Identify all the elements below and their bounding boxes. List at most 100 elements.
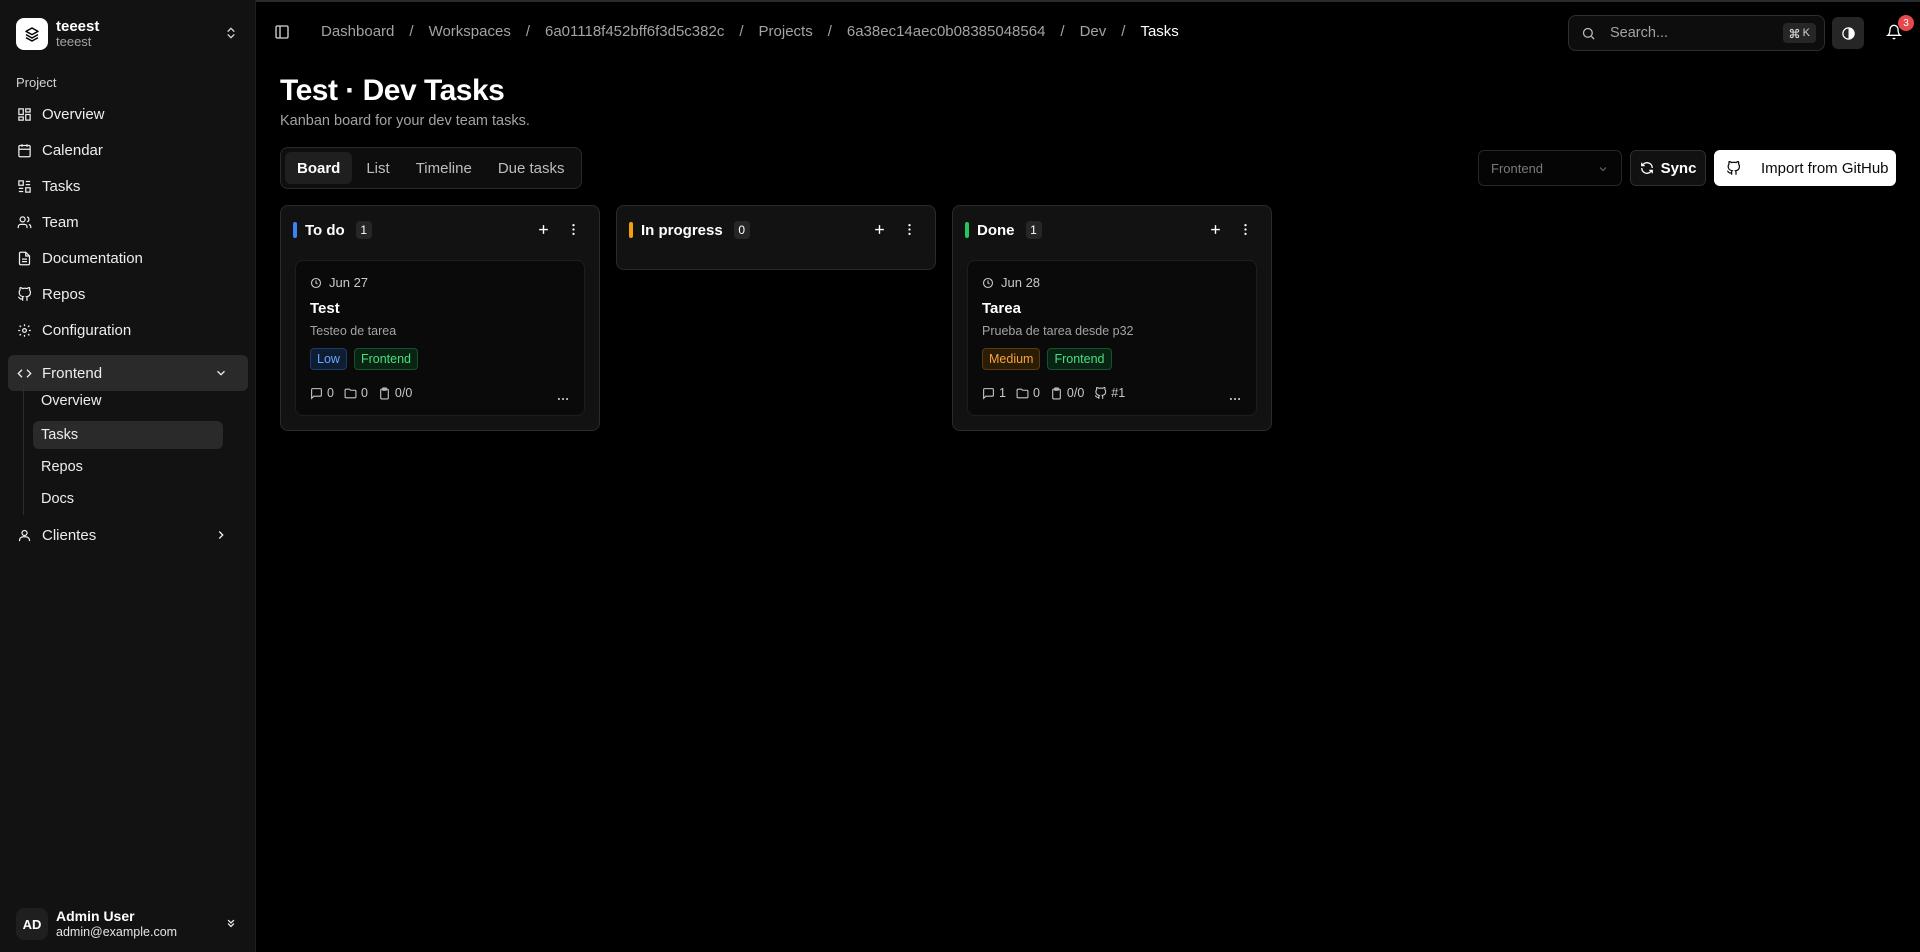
kanban-icon xyxy=(18,179,31,193)
workspace-switcher[interactable]: teeest teeest xyxy=(8,10,248,58)
comment-icon xyxy=(311,387,322,400)
checklist-count: 0/0 xyxy=(394,386,413,400)
subnav-item-overview[interactable]: Overview xyxy=(33,387,223,415)
subnav-item-repos[interactable]: Repos xyxy=(33,453,223,481)
column-title: Done xyxy=(977,221,1015,239)
task-title: Test xyxy=(310,300,340,317)
subnav-item-docs[interactable]: Docs xyxy=(33,485,223,513)
column-color-bar xyxy=(293,222,297,238)
github-icon xyxy=(1726,160,1741,175)
column-count: 1 xyxy=(1025,221,1042,239)
sidebar: teeest teeest Project Overview Calendar … xyxy=(0,0,256,952)
sync-button[interactable]: Sync xyxy=(1630,150,1706,186)
workspace-name: teeest xyxy=(56,17,100,35)
sidebar-item-calendar[interactable]: Calendar xyxy=(8,132,248,168)
sidebar-item-clientes[interactable]: Clientes xyxy=(8,517,248,553)
top-bar: Dashboard / Workspaces/ 6a01118f452bff6f3… xyxy=(256,0,1920,62)
plus-icon[interactable] xyxy=(536,222,551,241)
breadcrumb-project-id[interactable]: 6a38ec14aec0b08385048564 xyxy=(847,23,1046,40)
breadcrumb: Dashboard / Workspaces/ 6a01118f452bff6f3… xyxy=(321,23,1179,40)
subnav-item-tasks[interactable]: Tasks xyxy=(33,421,223,449)
task-description: Prueba de tarea desde p32 xyxy=(982,324,1134,338)
more-vertical-icon[interactable] xyxy=(1238,222,1253,241)
sync-label: Sync xyxy=(1660,159,1697,177)
column-color-bar xyxy=(965,222,969,238)
import-from-github-button[interactable]: Import from GitHub xyxy=(1714,150,1896,186)
user-menu[interactable]: AD Admin User admin@example.com xyxy=(8,902,248,946)
breadcrumb-projects[interactable]: Projects xyxy=(759,23,813,40)
workspace-subtitle: teeest xyxy=(56,34,92,50)
folder-icon xyxy=(1016,388,1029,398)
sidebar-item-label: Configuration xyxy=(42,321,132,339)
priority-badge: Low xyxy=(310,348,347,370)
module-select[interactable]: Frontend xyxy=(1478,150,1622,186)
task-description: Testeo de tarea xyxy=(310,324,397,338)
sidebar-item-documentation[interactable]: Documentation xyxy=(8,240,248,276)
sidebar-item-configuration[interactable]: Configuration xyxy=(8,312,248,348)
user-email: admin@example.com xyxy=(56,924,178,939)
plus-icon[interactable] xyxy=(1208,222,1223,241)
pull-request-ref[interactable]: #1 xyxy=(1111,386,1125,400)
folder-icon xyxy=(344,388,357,398)
task-card[interactable]: Jun 27 Test Testeo de tarea Low Frontend… xyxy=(295,260,585,416)
breadcrumb-workspaces[interactable]: Workspaces xyxy=(429,23,511,40)
frontend-subnav: Overview Tasks Repos Docs xyxy=(23,383,225,515)
comment-count: 0 xyxy=(327,386,334,400)
more-horizontal-icon[interactable] xyxy=(556,392,570,410)
tab-due-tasks[interactable]: Due tasks xyxy=(486,152,577,184)
page-title: Test · Dev Tasks xyxy=(280,74,505,107)
column-color-bar xyxy=(629,222,633,238)
code-icon xyxy=(17,368,32,378)
clipboard-icon xyxy=(380,387,389,399)
theme-toggle-button[interactable] xyxy=(1832,17,1864,49)
avatar: AD xyxy=(16,908,48,940)
user-name: Admin User xyxy=(56,908,135,925)
module-badge: Frontend xyxy=(1047,348,1112,370)
sidebar-item-label: Calendar xyxy=(42,141,103,159)
column-count: 0 xyxy=(733,221,750,239)
tab-list[interactable]: List xyxy=(354,152,401,184)
tab-board[interactable]: Board xyxy=(285,152,353,184)
module-select-value: Frontend xyxy=(1491,160,1544,176)
search-input[interactable]: Search... K xyxy=(1568,15,1825,51)
module-badge: Frontend xyxy=(353,348,418,370)
breadcrumb-tasks: Tasks xyxy=(1140,23,1179,40)
sidebar-item-label: Documentation xyxy=(42,249,143,267)
user-icon xyxy=(18,529,31,541)
task-due-date: Jun 28 xyxy=(1001,275,1041,290)
sidebar-item-tasks[interactable]: Tasks xyxy=(8,168,248,204)
file-icon xyxy=(18,251,31,265)
sidebar-item-label: Frontend xyxy=(42,364,103,382)
github-icon xyxy=(1095,386,1107,399)
breadcrumb-dashboard[interactable]: Dashboard xyxy=(321,23,394,40)
comment-icon xyxy=(983,387,994,400)
workspace-logo-icon xyxy=(16,18,48,50)
chevron-down-icon xyxy=(1597,163,1609,178)
sidebar-toggle-icon[interactable] xyxy=(274,24,290,44)
view-tabs: Board List Timeline Due tasks xyxy=(280,147,582,189)
comment-count: 1 xyxy=(999,386,1006,400)
breadcrumb-workspace-id[interactable]: 6a01118f452bff6f3d5c382c xyxy=(545,23,724,40)
chevrons-down-icon xyxy=(224,916,238,934)
import-label: Import from GitHub xyxy=(1761,159,1889,177)
more-vertical-icon[interactable] xyxy=(902,222,917,241)
column-title: To do xyxy=(305,221,345,239)
plus-icon[interactable] xyxy=(872,222,887,241)
tab-timeline[interactable]: Timeline xyxy=(404,152,484,184)
sidebar-item-label: Team xyxy=(42,213,79,231)
more-vertical-icon[interactable] xyxy=(566,222,581,241)
task-due-date: Jun 27 xyxy=(329,275,369,290)
refresh-icon xyxy=(1640,162,1653,174)
breadcrumb-dev[interactable]: Dev xyxy=(1080,23,1107,40)
task-card[interactable]: Jun 28 Tarea Prueba de tarea desde p32 M… xyxy=(967,260,1257,416)
search-icon xyxy=(1582,27,1595,40)
more-horizontal-icon[interactable] xyxy=(1228,392,1242,410)
kanban-column-todo: To do 1 Jun 27 Test Testeo de tarea Low … xyxy=(280,205,600,431)
checklist-count: 0/0 xyxy=(1066,386,1085,400)
sidebar-item-repos[interactable]: Repos xyxy=(8,276,248,312)
sidebar-item-team[interactable]: Team xyxy=(8,204,248,240)
sidebar-item-label: Tasks xyxy=(42,177,81,195)
clock-icon xyxy=(310,277,322,288)
search-placeholder: Search... xyxy=(1610,25,1669,41)
sidebar-item-overview[interactable]: Overview xyxy=(8,96,248,132)
